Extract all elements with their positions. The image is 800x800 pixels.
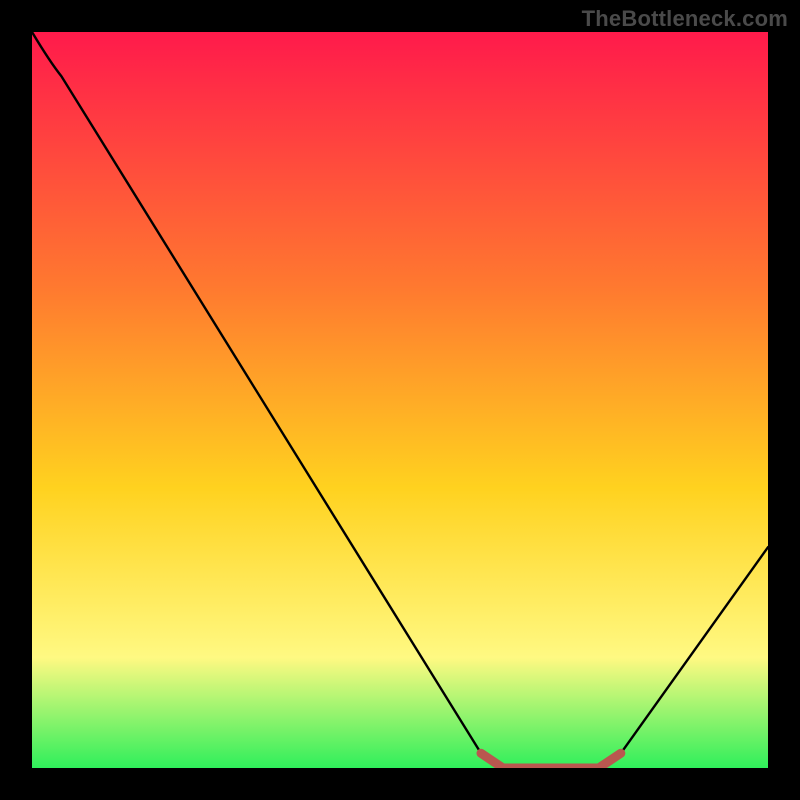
plot-area (32, 32, 768, 768)
gradient-background (32, 32, 768, 768)
bottleneck-chart (32, 32, 768, 768)
watermark-text: TheBottleneck.com (582, 6, 788, 32)
chart-frame: TheBottleneck.com (0, 0, 800, 800)
